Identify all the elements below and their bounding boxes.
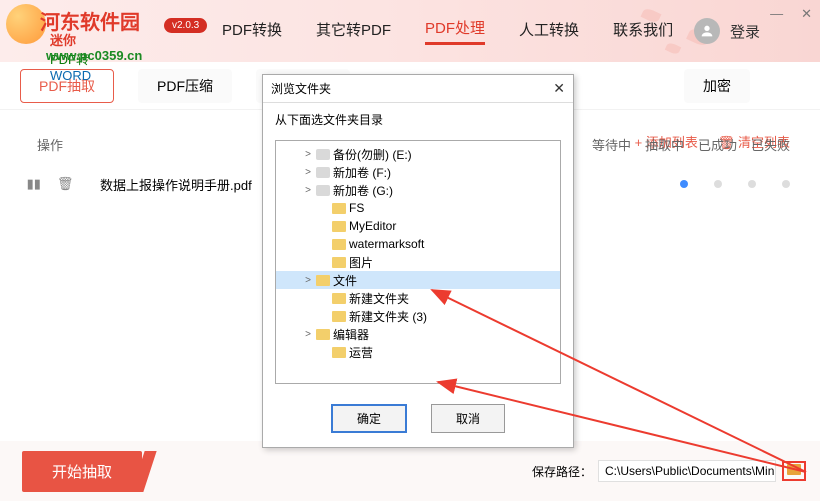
pause-icon[interactable]: ▮▮ bbox=[27, 176, 41, 192]
tree-item-label: 编辑器 bbox=[333, 326, 369, 343]
drive-icon bbox=[316, 149, 330, 160]
dialog-close-button[interactable]: ✕ bbox=[553, 80, 565, 97]
brand-logo: 河东软件园 迷你PDF转WORD www.pc0359.cn bbox=[6, 4, 46, 44]
drive-icon bbox=[316, 167, 330, 178]
tree-item-label: 新加卷 (G:) bbox=[333, 182, 393, 199]
tree-item[interactable]: watermarksoft bbox=[276, 235, 560, 253]
folder-icon bbox=[316, 329, 330, 340]
tree-item-label: 文件 bbox=[333, 272, 357, 289]
footer-bar: 开始抽取 保存路径： C:\Users\Public\Documents\Min bbox=[0, 441, 820, 501]
brand-url: www.pc0359.cn bbox=[46, 48, 142, 63]
chevron-icon bbox=[319, 203, 329, 213]
tree-item[interactable]: > 备份(勿删) (E:) bbox=[276, 145, 560, 163]
folder-icon bbox=[787, 464, 801, 475]
tree-item[interactable]: > 新加卷 (F:) bbox=[276, 163, 560, 181]
dialog-title: 浏览文件夹 bbox=[271, 80, 331, 97]
folder-icon bbox=[332, 311, 346, 322]
chevron-icon: > bbox=[303, 149, 313, 159]
folder-icon bbox=[332, 257, 346, 268]
dialog-ok-button[interactable]: 确定 bbox=[331, 404, 407, 433]
tree-item[interactable]: FS bbox=[276, 199, 560, 217]
tree-item[interactable]: 新建文件夹 bbox=[276, 289, 560, 307]
chevron-icon: > bbox=[303, 329, 313, 339]
folder-icon bbox=[332, 239, 346, 250]
status-dot-success bbox=[748, 180, 756, 188]
folder-icon bbox=[332, 221, 346, 232]
col-success: 已成功 bbox=[698, 135, 737, 154]
tree-item-label: watermarksoft bbox=[349, 237, 424, 251]
dialog-hint: 从下面选文件夹目录 bbox=[263, 103, 573, 136]
tool-pdf-compress[interactable]: PDF压缩 bbox=[138, 69, 232, 103]
file-name: 数据上报操作说明手册.pdf bbox=[100, 175, 252, 194]
login-link[interactable]: 登录 bbox=[730, 21, 760, 42]
tree-item[interactable]: 新建文件夹 (3) bbox=[276, 307, 560, 325]
chevron-icon bbox=[319, 239, 329, 249]
close-icon[interactable]: ✕ bbox=[801, 6, 812, 22]
col-failed: 已失败 bbox=[751, 135, 790, 154]
status-dot-failed bbox=[782, 180, 790, 188]
tree-item[interactable]: > 编辑器 bbox=[276, 325, 560, 343]
folder-icon bbox=[332, 203, 346, 214]
main-nav: PDF转换 其它转PDF PDF处理 人工转换 联系我们 bbox=[222, 0, 673, 62]
tree-item-label: 新建文件夹 bbox=[349, 290, 409, 307]
tree-item[interactable]: 运营 bbox=[276, 343, 560, 361]
dialog-cancel-button[interactable]: 取消 bbox=[431, 404, 505, 433]
start-extract-button[interactable]: 开始抽取 bbox=[22, 451, 142, 492]
browse-folder-button[interactable] bbox=[782, 461, 806, 481]
save-path-label: 保存路径： bbox=[532, 463, 592, 480]
tree-item-label: 新加卷 (F:) bbox=[333, 164, 391, 181]
col-operation: 操作 bbox=[0, 135, 100, 154]
chevron-icon: > bbox=[303, 167, 313, 177]
tree-item[interactable]: MyEditor bbox=[276, 217, 560, 235]
chevron-icon: > bbox=[303, 275, 313, 285]
chevron-icon: > bbox=[303, 185, 313, 195]
tree-item-label: 备份(勿删) (E:) bbox=[333, 146, 412, 163]
folder-icon bbox=[332, 293, 346, 304]
nav-pdf-process[interactable]: PDF处理 bbox=[425, 17, 485, 45]
nav-pdf-convert[interactable]: PDF转换 bbox=[222, 19, 282, 44]
tree-item[interactable]: 图片 bbox=[276, 253, 560, 271]
title-bar: 河东软件园 迷你PDF转WORD www.pc0359.cn v2.0.3 PD… bbox=[0, 0, 820, 62]
chevron-icon bbox=[319, 347, 329, 357]
tool-encrypt[interactable]: 加密 bbox=[684, 69, 750, 103]
version-badge: v2.0.3 bbox=[164, 18, 207, 33]
chevron-icon bbox=[319, 293, 329, 303]
minimize-icon[interactable]: — bbox=[770, 6, 783, 22]
tree-item-label: 图片 bbox=[349, 254, 373, 271]
folder-icon bbox=[316, 275, 330, 286]
save-path-value: C:\Users\Public\Documents\Min bbox=[598, 460, 776, 482]
col-extracting: 抽取中 bbox=[645, 135, 684, 154]
nav-other-to-pdf[interactable]: 其它转PDF bbox=[316, 19, 391, 44]
tree-item-label: MyEditor bbox=[349, 219, 396, 233]
delete-icon[interactable]: 🗑 bbox=[57, 176, 74, 192]
nav-manual[interactable]: 人工转换 bbox=[519, 19, 579, 44]
tree-item[interactable]: > 新加卷 (G:) bbox=[276, 181, 560, 199]
chevron-icon bbox=[319, 221, 329, 231]
col-waiting: 等待中 bbox=[592, 135, 631, 154]
avatar-icon[interactable] bbox=[694, 18, 720, 44]
chevron-icon bbox=[319, 311, 329, 321]
status-dot-waiting bbox=[680, 180, 688, 188]
tree-item-label: FS bbox=[349, 201, 364, 215]
browse-folder-dialog: 浏览文件夹 ✕ 从下面选文件夹目录 >备份(勿删) (E:)>新加卷 (F:)>… bbox=[262, 74, 574, 448]
tree-item-label: 运营 bbox=[349, 344, 373, 361]
tree-item-label: 新建文件夹 (3) bbox=[349, 308, 427, 325]
status-dot-extracting bbox=[714, 180, 722, 188]
folder-tree[interactable]: > 备份(勿删) (E:) > 新加卷 (F:) > 新加卷 (G:) FS MyEditor… bbox=[275, 140, 561, 384]
tree-item[interactable]: > 文件 bbox=[276, 271, 560, 289]
chevron-icon bbox=[319, 257, 329, 267]
drive-icon bbox=[316, 185, 330, 196]
folder-icon bbox=[332, 347, 346, 358]
